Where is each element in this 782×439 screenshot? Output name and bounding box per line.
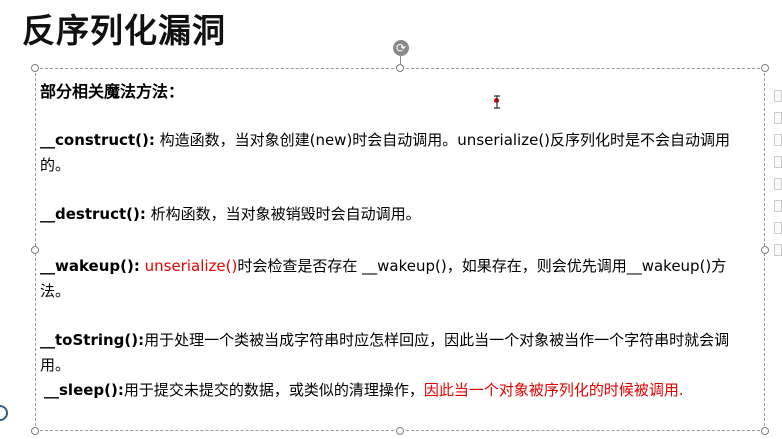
method-wakeup: __wakeup(): xyxy=(40,257,140,275)
toolbar-item[interactable] xyxy=(774,134,782,146)
method-tostring: __toString(): xyxy=(40,331,145,349)
method-sleep: __sleep(): xyxy=(44,381,124,399)
desc-destruct: 析构函数，当对象被销毁时会自动调用。 xyxy=(145,205,421,223)
desc-sleep: 用于提交未提交的数据，或类似的清理操作， xyxy=(123,381,424,399)
resize-handle-tr[interactable] xyxy=(761,64,769,72)
app-logo-icon[interactable] xyxy=(0,405,8,421)
toolbar-item[interactable] xyxy=(774,200,782,212)
paragraph-wakeup: __wakeup(): unserialize()时会检查是否存在 __wake… xyxy=(40,254,756,304)
paragraph-sleep: __sleep():用于提交未提交的数据，或类似的清理操作，因此当一个对象被序列… xyxy=(44,378,760,403)
desc-sleep-red: 因此当一个对象被序列化的时候被调用. xyxy=(423,381,684,399)
resize-handle-bm[interactable] xyxy=(396,427,404,435)
resize-handle-tm[interactable] xyxy=(396,64,404,72)
slide-title: 反序列化漏洞 xyxy=(22,11,226,50)
paragraph-destruct: __destruct(): 析构函数，当对象被销毁时会自动调用。 xyxy=(40,202,756,227)
section-heading: 部分相关魔法方法： xyxy=(40,82,185,101)
rotate-handle-icon[interactable]: ⟳ xyxy=(393,40,409,56)
toolbar-item[interactable] xyxy=(774,222,782,234)
resize-handle-ml[interactable] xyxy=(31,246,39,254)
toolbar-item[interactable] xyxy=(774,156,782,168)
toolbar-item[interactable] xyxy=(774,112,782,124)
toolbar-item[interactable] xyxy=(774,178,782,190)
method-construct: __construct(): xyxy=(40,131,155,149)
paragraph-construct: __construct(): 构造函数，当对象创建(new)时会自动调用。uns… xyxy=(40,128,756,178)
toolbar-item[interactable] xyxy=(774,90,782,102)
resize-handle-mr[interactable] xyxy=(761,246,769,254)
resize-handle-bl[interactable] xyxy=(31,427,39,435)
resize-handle-br[interactable] xyxy=(761,427,769,435)
toolbar-item[interactable] xyxy=(774,244,782,256)
desc-wakeup-red: unserialize() xyxy=(139,257,238,275)
method-destruct: __destruct(): xyxy=(40,205,146,223)
right-side-toolbar[interactable] xyxy=(774,90,782,300)
desc-tostring: 用于处理一个类被当成字符串时应怎样回应，因此当一个对象被当作一个字符串时就会调用… xyxy=(40,331,730,374)
text-cursor-icon xyxy=(494,95,500,109)
paragraph-tostring: __toString():用于处理一个类被当成字符串时应怎样回应，因此当一个对象… xyxy=(40,328,756,378)
resize-handle-tl[interactable] xyxy=(31,64,39,72)
